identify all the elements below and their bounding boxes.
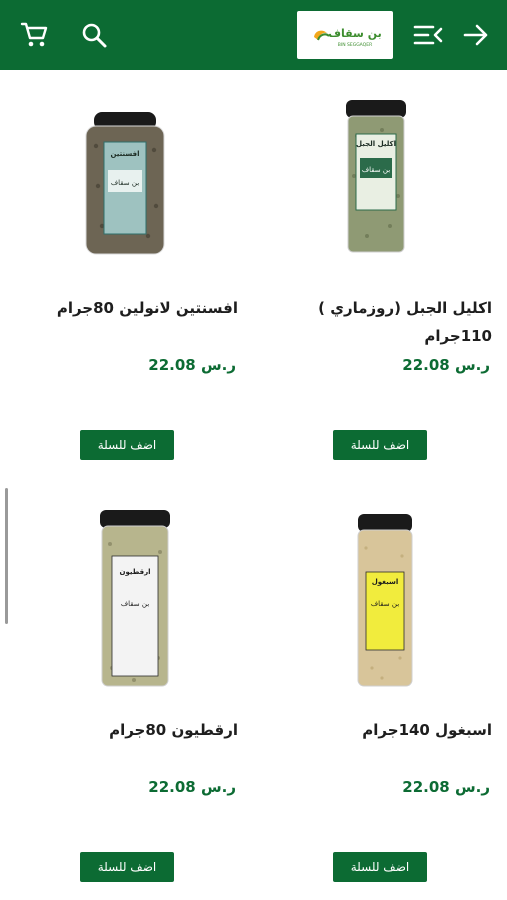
product-image[interactable]: اكليل الجبل بن سقاف <box>262 86 492 266</box>
product-title[interactable]: اكليل الجبل (روزماري ) 110جرام <box>266 294 492 350</box>
product-title[interactable]: افسنتين لانولين 80جرام <box>12 294 238 322</box>
logo-mark-icon: بن سقاف BIN SEGGAQER <box>314 27 382 48</box>
add-to-cart-button[interactable]: اضف للسلة <box>80 852 174 882</box>
search-icon[interactable] <box>77 18 111 52</box>
svg-text:بن سقاف: بن سقاف <box>371 600 399 608</box>
add-to-cart-button[interactable]: اضف للسلة <box>80 430 174 460</box>
brand-logo[interactable]: بن سقاف BIN SEGGAQER <box>297 11 393 59</box>
svg-text:ارقطيون: ارقطيون <box>119 568 150 576</box>
svg-text:بن سقاف: بن سقاف <box>121 600 149 608</box>
svg-text:اكليل الجبل: اكليل الجبل <box>356 140 396 148</box>
svg-text:افسنتين: افسنتين <box>111 150 140 158</box>
svg-text:اسبغول: اسبغول <box>372 578 399 586</box>
svg-text:BIN SEGGAQER: BIN SEGGAQER <box>338 42 372 48</box>
add-to-cart-button[interactable]: اضف للسلة <box>333 852 427 882</box>
product-price: 22.08 ر.س <box>402 356 490 374</box>
product-title[interactable]: ارقطيون 80جرام <box>12 716 238 744</box>
app-header: بن سقاف BIN SEGGAQER <box>0 0 507 70</box>
menu-collapse-icon[interactable] <box>411 18 445 52</box>
product-image[interactable]: اسبغول بن سقاف <box>262 508 492 688</box>
add-to-cart-button[interactable]: اضف للسلة <box>333 430 427 460</box>
svg-text:بن سقاف: بن سقاف <box>111 179 139 187</box>
product-price: 22.08 ر.س <box>148 778 236 796</box>
svg-text:بن سقاف: بن سقاف <box>362 166 390 174</box>
product-price: 22.08 ر.س <box>148 356 236 374</box>
cart-icon[interactable] <box>18 18 52 52</box>
svg-text:بن سقاف: بن سقاف <box>328 27 382 40</box>
back-arrow-icon[interactable] <box>459 18 493 52</box>
product-image[interactable]: ارقطيون بن سقاف <box>8 508 238 688</box>
product-title[interactable]: اسبغول 140جرام <box>266 716 492 744</box>
product-price: 22.08 ر.س <box>402 778 490 796</box>
product-image[interactable]: افسنتين بن سقاف <box>8 86 238 266</box>
